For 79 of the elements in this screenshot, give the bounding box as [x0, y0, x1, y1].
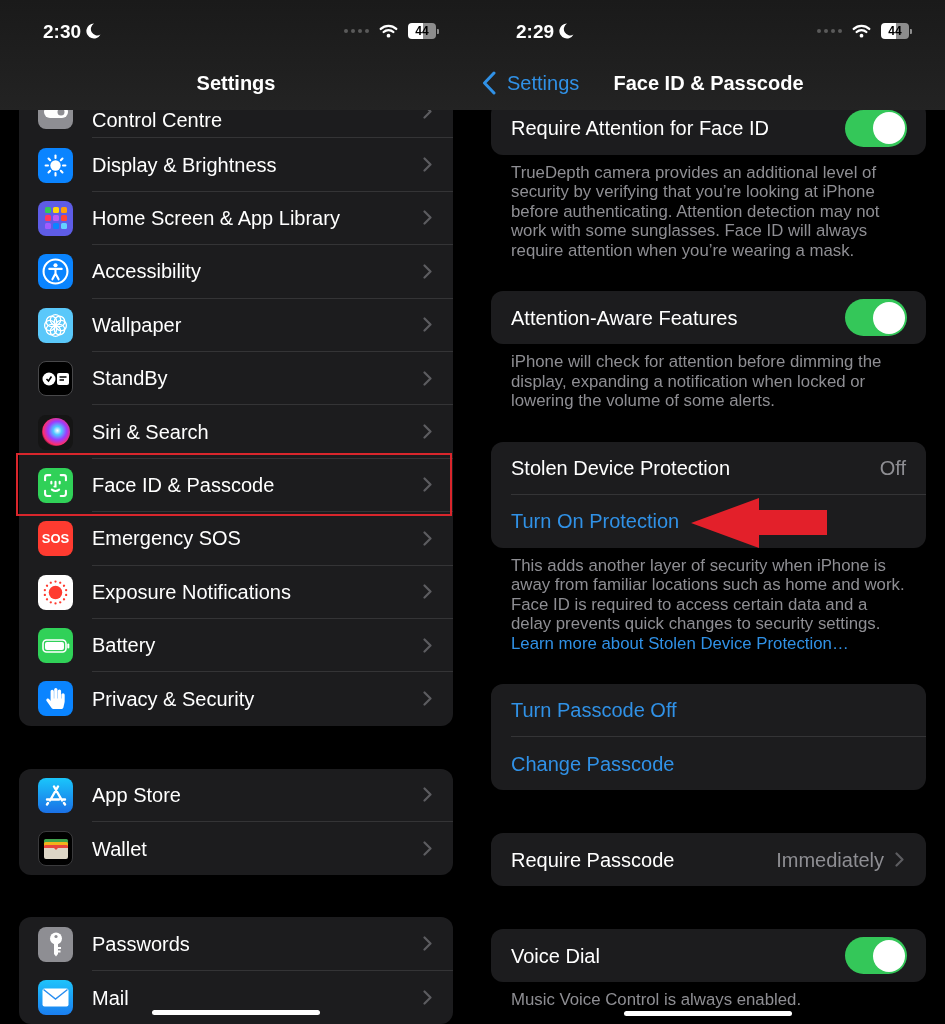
key-icon: [38, 926, 73, 962]
chevron-right-icon: [423, 477, 432, 493]
wifi-icon: [379, 24, 398, 38]
status-time: 2:29: [516, 21, 555, 41]
chevron-right-icon: [423, 370, 432, 386]
nav-title: Settings: [196, 71, 276, 96]
settings-label[interactable]: Passwords: [92, 933, 190, 954]
chevron-right-icon: [423, 263, 432, 279]
toggle-switch[interactable]: [845, 299, 907, 336]
settings-label[interactable]: Exposure Notifications: [92, 581, 291, 602]
chevron-right-icon: [423, 584, 432, 600]
setting-value: Off: [879, 457, 906, 478]
settings-label[interactable]: Control Centre: [92, 110, 223, 131]
settings-label[interactable]: Home Screen & App Library: [92, 207, 340, 228]
setting-label: Attention-Aware Features: [511, 307, 738, 328]
chevron-right-icon: [423, 424, 432, 440]
chevron-right-icon: [423, 787, 432, 803]
settings-label[interactable]: Display & Brightness: [92, 154, 277, 175]
nav-title: Face ID & Passcode: [613, 71, 804, 96]
setting-label: Stolen Device Protection: [511, 457, 730, 478]
battery-indicator: 44: [881, 23, 912, 39]
wallet-icon: [38, 831, 73, 867]
chevron-right-icon: [423, 317, 432, 333]
footer-text: This adds another layer of security when iPhone is away from familiar locations such as home and work. Face ID is required to access certain data and a delay prevents quick changes to security settings. Learn more about Stolen Device Protection…: [510, 555, 906, 653]
settings-label[interactable]: Siri & Search: [92, 421, 209, 442]
accessibility-icon: [38, 254, 73, 290]
chevron-right-icon: [423, 210, 432, 226]
orb-icon: [38, 414, 73, 450]
setting-label: Voice Dial: [511, 945, 600, 966]
hand-icon: [38, 681, 73, 717]
settings-label[interactable]: Face ID & Passcode: [92, 474, 275, 495]
settings-label[interactable]: Emergency SOS: [92, 528, 241, 549]
setting-label: Require Attention for Face ID: [511, 118, 769, 138]
toggle-switch[interactable]: [845, 937, 907, 974]
chevron-right-icon: [423, 637, 432, 653]
setting-value[interactable]: Immediately: [776, 849, 884, 870]
wifi-icon: [852, 24, 871, 38]
clock-icon: [38, 361, 73, 397]
face-scan-icon: [38, 467, 73, 503]
stylized-a-icon: [38, 777, 73, 813]
signal-dots-icon: [344, 29, 369, 33]
signal-dots-icon: [817, 29, 842, 33]
settings-label[interactable]: Accessibility: [92, 261, 201, 282]
action-link[interactable]: Turn On Protection: [511, 511, 680, 531]
chevron-right-icon: [423, 691, 432, 707]
footer-text: TrueDepth camera provides an additional level of security by verifying that you’re looking at iPhone before authenticating. Attention detection may not work with some sunglasses. Face ID will always require attention when you’re wearing a mask.: [510, 162, 881, 260]
flower-icon: [38, 307, 73, 343]
moon-icon: [86, 23, 102, 39]
learn-more-link[interactable]: Learn more about Stolen Device Protection…: [511, 633, 849, 653]
app-grid-icon: [38, 200, 73, 236]
setting-label: Require Passcode: [511, 849, 675, 870]
chevron-right-icon: [423, 841, 432, 857]
footer-text: iPhone will check for attention before dimming the display, expanding a notification when locked or lowering the volume of some alerts.: [510, 352, 883, 411]
status-time: 2:30: [43, 21, 82, 41]
chevron-left-icon: [482, 71, 496, 95]
dotted-sun-icon: [38, 574, 73, 610]
settings-label[interactable]: Wallet: [92, 838, 147, 859]
settings-label[interactable]: Battery: [92, 635, 156, 656]
chevron-right-icon: [895, 852, 904, 867]
chevron-right-icon: [423, 990, 432, 1006]
action-link[interactable]: Turn Passcode Off: [511, 700, 677, 720]
settings-label[interactable]: Privacy & Security: [92, 689, 255, 709]
settings-label[interactable]: StandBy: [92, 368, 168, 389]
chevron-right-icon: [423, 157, 432, 173]
envelope-icon: [38, 980, 73, 1016]
sos-icon: SOS: [38, 521, 73, 557]
settings-label[interactable]: Mail: [92, 987, 129, 1008]
battery-indicator: 44: [408, 23, 439, 39]
battery-icon: [38, 628, 73, 664]
moon-icon: [559, 23, 575, 39]
footer-text: Music Voice Control is always enabled.: [510, 990, 803, 1010]
sun-icon: [38, 147, 73, 183]
settings-label[interactable]: App Store: [92, 784, 181, 805]
settings-label[interactable]: Wallpaper: [92, 314, 182, 335]
toggle-switch[interactable]: [845, 110, 907, 147]
chevron-right-icon: [423, 530, 432, 546]
back-button[interactable]: Settings: [482, 71, 580, 95]
chevron-right-icon: [423, 936, 432, 952]
action-link[interactable]: Change Passcode: [511, 753, 675, 774]
